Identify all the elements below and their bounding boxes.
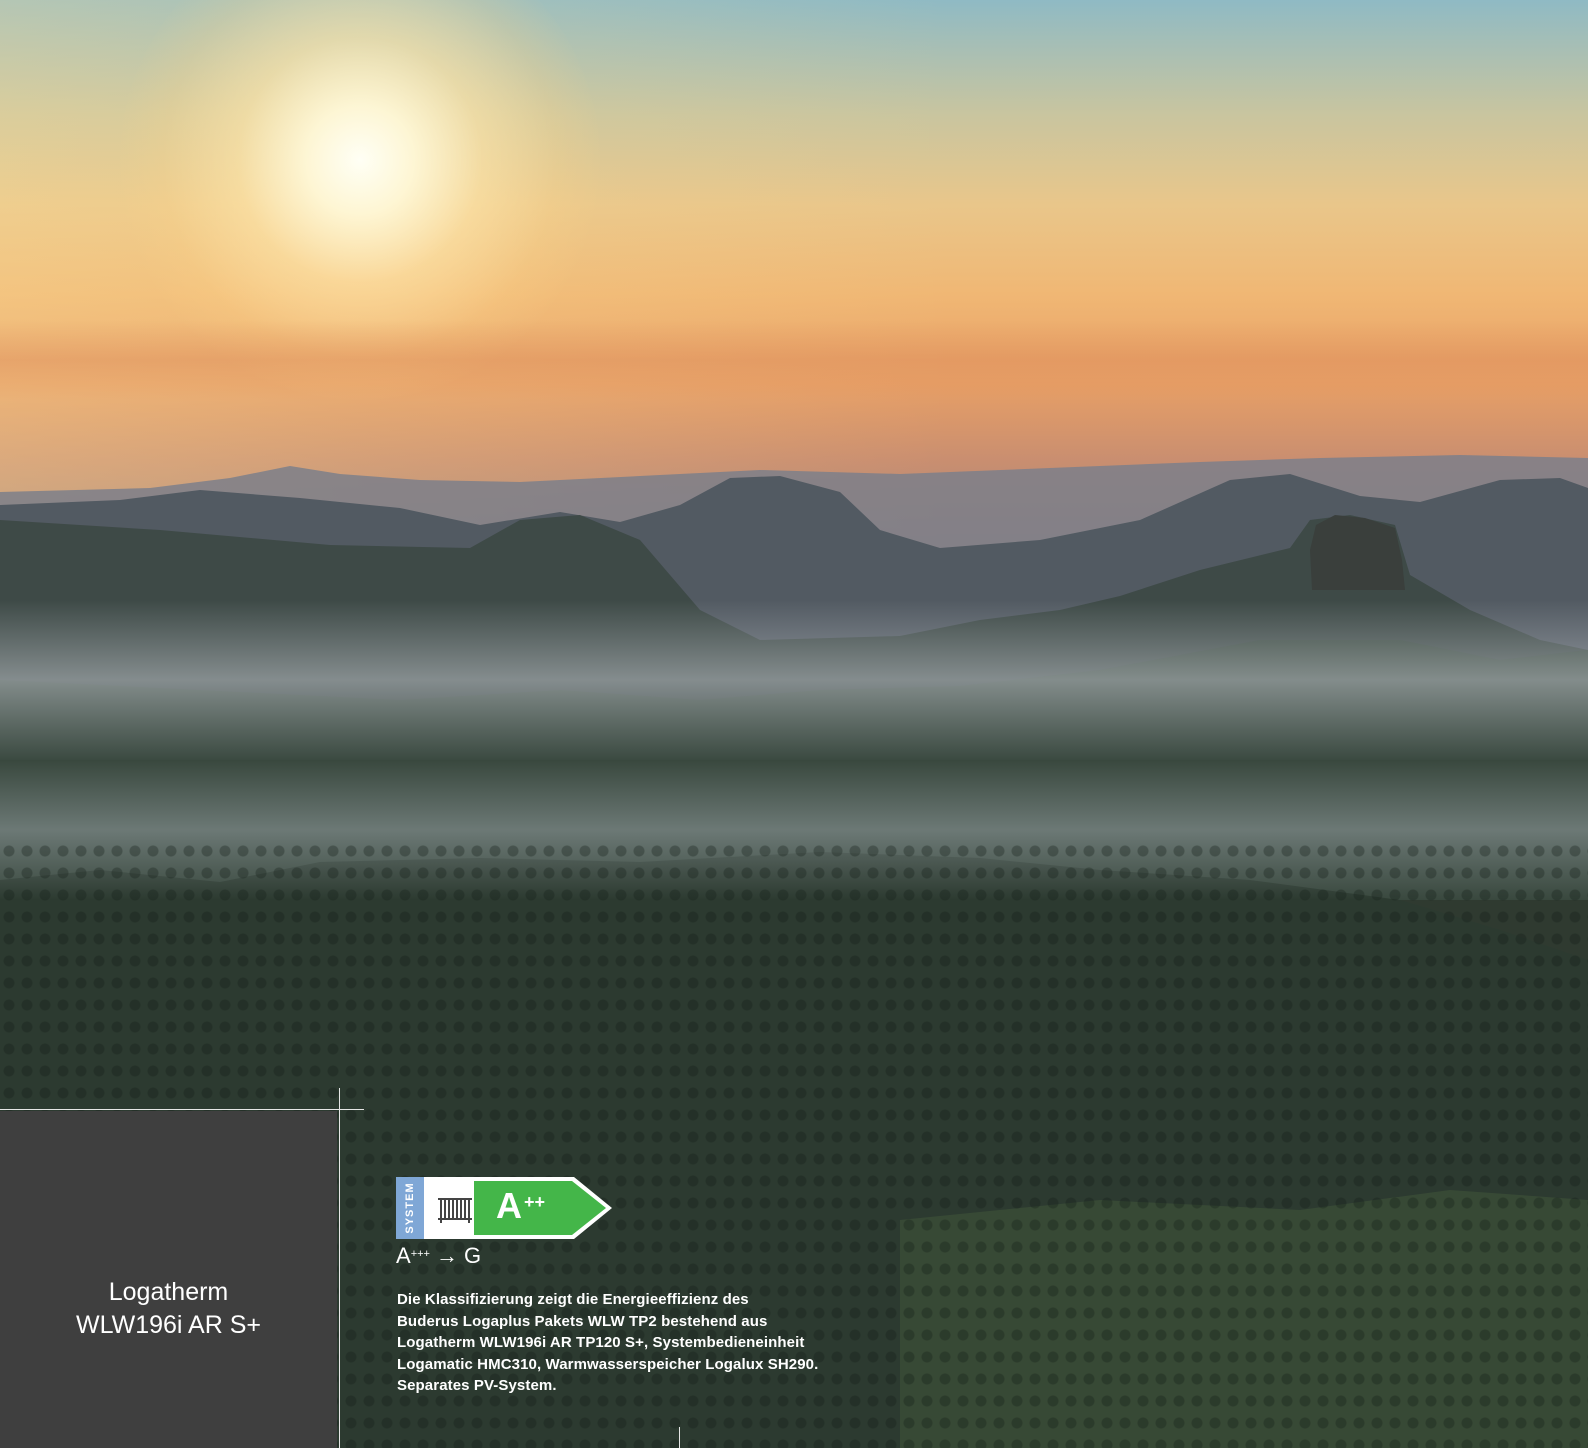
scale-end: G (463, 1243, 482, 1268)
divider-vertical-small (679, 1427, 680, 1448)
divider-vertical (339, 1088, 340, 1448)
system-tag-text: SYSTEM (404, 1182, 416, 1234)
efficiency-scale: A+++ → G (396, 1243, 481, 1269)
description-line: Separates PV-System. (397, 1377, 557, 1394)
product-title-line1: Logatherm (108, 1278, 229, 1306)
classification-description: Die Klassifizierung zeigt die Energieeff… (397, 1289, 867, 1397)
scale-arrow: → (435, 1243, 458, 1268)
efficiency-class: A ++ (496, 1186, 545, 1226)
description-line: Logamatic HMC310, Warmwasserspeicher Log… (397, 1355, 819, 1373)
scale-start-superscript: +++ (410, 1248, 430, 1260)
efficiency-class-superscript: ++ (524, 1192, 546, 1212)
radiator-icon (438, 1198, 472, 1223)
system-tag: SYSTEM (396, 1177, 424, 1239)
fog-layer (0, 600, 1588, 760)
description-line: Die Klassifizierung zeigt die Energieeff… (397, 1291, 749, 1308)
product-title-line2: WLW196i AR S+ (75, 1311, 262, 1339)
product-title: Logatherm WLW196i AR S+ (0, 1276, 337, 1342)
efficiency-class-letter: A (496, 1185, 522, 1226)
divider-horizontal (0, 1109, 364, 1110)
description-line: Buderus Logaplus Pakets WLW TP2 bestehen… (397, 1312, 768, 1330)
scale-start: A (396, 1243, 411, 1268)
description-line: Logatherm WLW196i AR TP120 S+, Systembed… (397, 1334, 805, 1351)
